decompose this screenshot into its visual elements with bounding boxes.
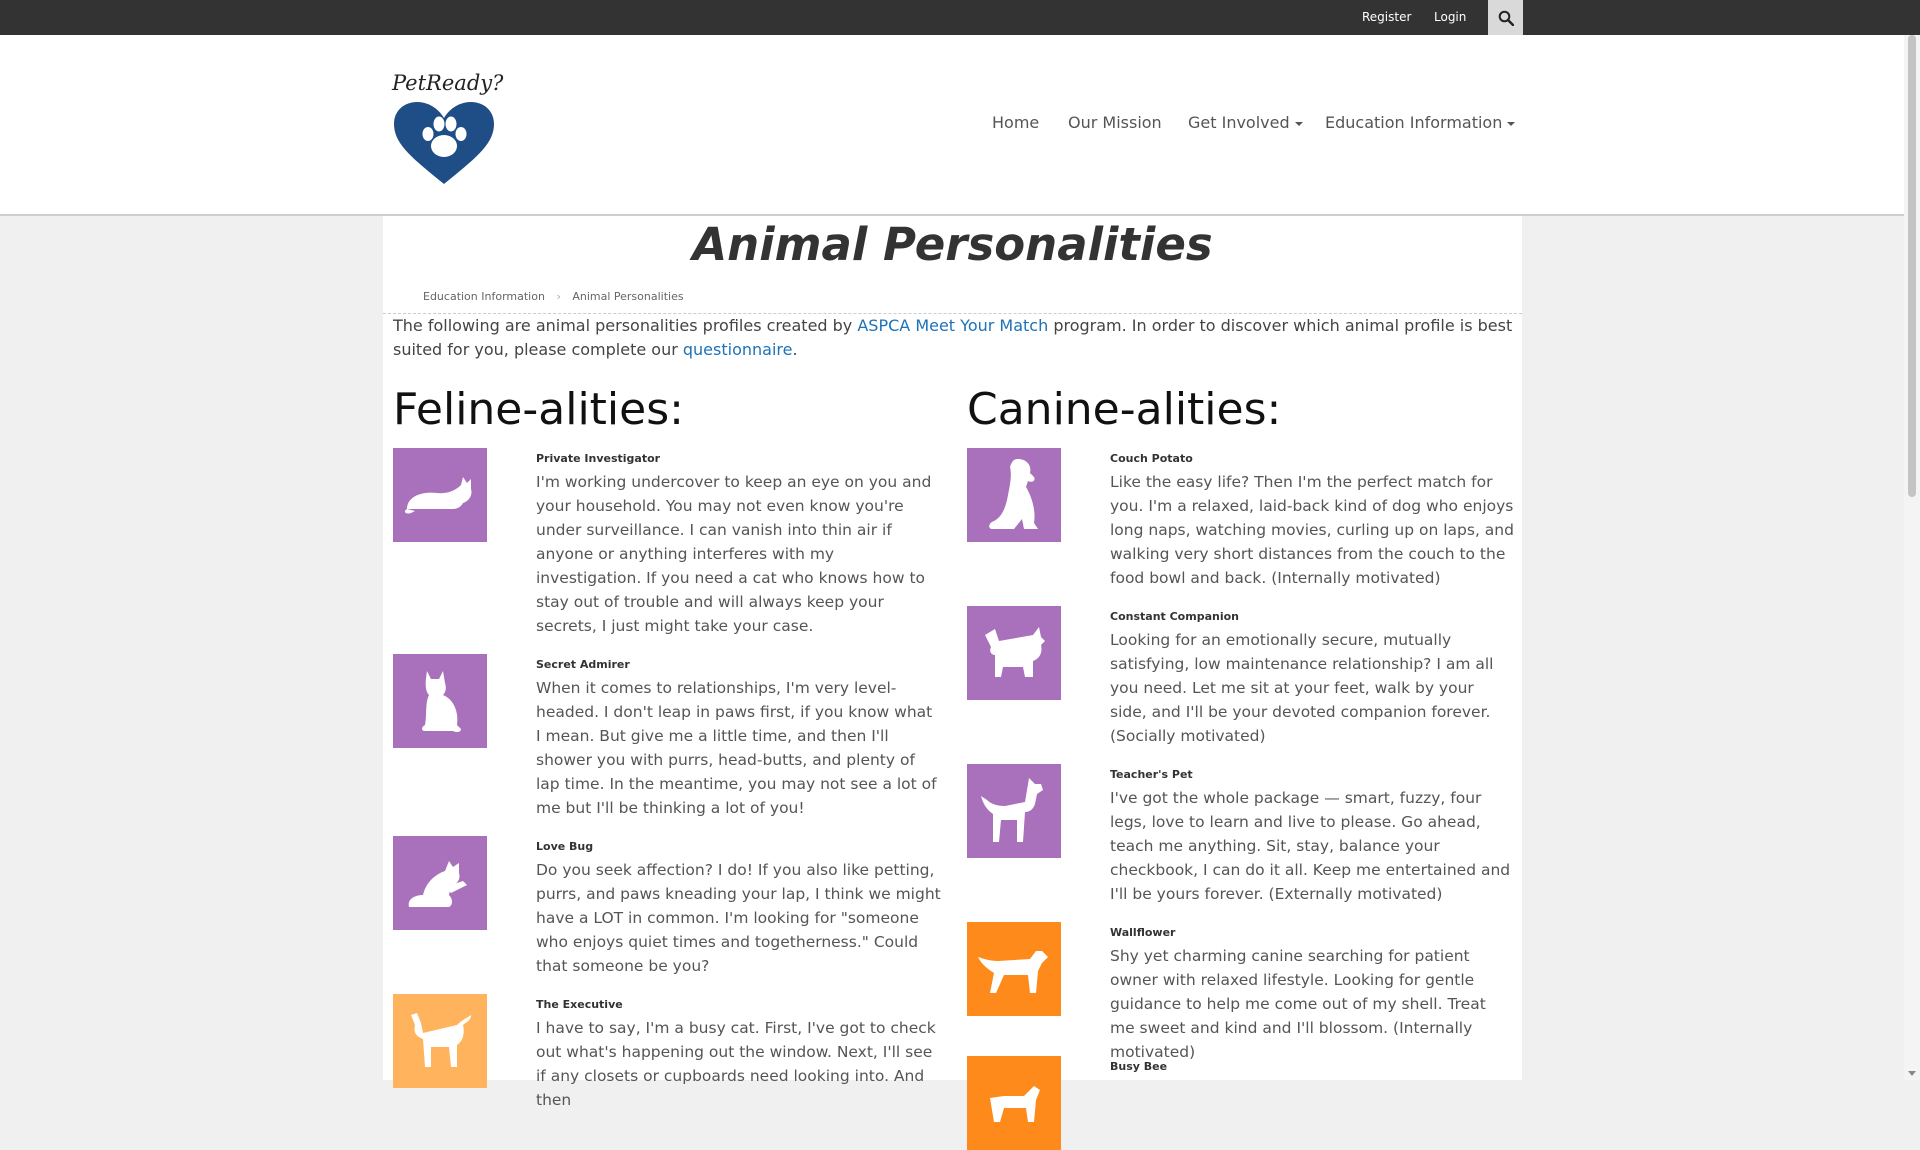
personality-name: Private Investigator (536, 452, 661, 465)
search-icon (1498, 10, 1514, 26)
personality-name: Wallflower (1110, 926, 1176, 939)
personality-description: Looking for an emotionally secure, mutua… (1110, 631, 1494, 745)
site-header: PetReady? Home Our Mission Get Involved … (0, 35, 1904, 216)
lying-cat-icon (404, 477, 472, 514)
breadcrumb-education-information[interactable]: Education Information (423, 290, 545, 303)
breadcrumb: Education Information › Animal Personali… (423, 290, 684, 303)
intro-text: The following are animal personalities p… (393, 316, 858, 335)
caret-down-icon (1507, 121, 1516, 126)
personality-name: Busy Bee (1110, 1060, 1168, 1073)
personality-description: Shy yet charming canine searching for pa… (1110, 947, 1486, 1061)
register-link[interactable]: Register (1362, 0, 1411, 35)
walking-dog-icon (978, 951, 1048, 993)
personality-thumbnail (967, 1056, 1061, 1150)
personality-thumbnail (967, 448, 1061, 542)
nav-home[interactable]: Home (992, 113, 1039, 139)
personality-thumbnail (393, 836, 487, 930)
grooming-cat-icon (408, 861, 467, 907)
dog-icon (990, 1086, 1040, 1122)
personality-description: I've got the whole package — smart, fuzz… (1110, 789, 1511, 903)
main-content: Animal Personalities Education Informati… (383, 216, 1522, 1150)
personality-description: I'm working undercover to keep an eye on… (536, 473, 932, 635)
intro-paragraph: The following are animal personalities p… (393, 314, 1518, 362)
nav-education-information[interactable]: Education Information (1325, 113, 1516, 139)
personality-thumbnail (393, 654, 487, 748)
canine-heading: Canine-alities: (967, 384, 1282, 435)
personality-description: Like the easy life? Then I'm the perfect… (1110, 473, 1514, 587)
personality-name: Love Bug (536, 840, 594, 853)
sitting-dog-icon (989, 459, 1038, 529)
heart-paw-icon (394, 102, 494, 184)
personality-thumbnail (393, 448, 487, 542)
terrier-icon (985, 627, 1045, 677)
login-link[interactable]: Login (1434, 0, 1466, 35)
personality-thumbnail (967, 606, 1061, 700)
personality-thumbnail (393, 994, 487, 1088)
breadcrumb-animal-personalities: Animal Personalities (572, 290, 684, 303)
personality-name: Constant Companion (1110, 610, 1239, 623)
search-button[interactable] (1488, 0, 1523, 35)
logo-text: PetReady? (392, 71, 504, 95)
nav-our-mission[interactable]: Our Mission (1068, 113, 1162, 139)
page-scrollbar[interactable] (1904, 35, 1920, 1080)
personality-name: The Executive (536, 998, 623, 1011)
aspca-link[interactable]: ASPCA Meet Your Match (857, 316, 1048, 335)
feline-heading: Feline-alities: (393, 384, 684, 435)
intro-text: . (792, 340, 798, 359)
standing-dog-icon (981, 778, 1043, 842)
top-utility-bar: Register Login (0, 0, 1920, 35)
personality-name: Secret Admirer (536, 658, 630, 671)
personality-thumbnail (967, 922, 1061, 1016)
site-logo[interactable]: PetReady? (392, 71, 504, 217)
chevron-right-icon: › (556, 290, 561, 303)
scrollbar-thumb[interactable] (1908, 35, 1916, 497)
personality-description: I have to say, I'm a busy cat. First, I'… (536, 1019, 936, 1109)
sitting-cat-icon (422, 671, 461, 733)
questionnaire-link[interactable]: questionnaire (683, 340, 793, 359)
personality-name: Teacher's Pet (1110, 768, 1193, 781)
standing-cat-icon (411, 1013, 471, 1067)
scroll-down-icon[interactable] (1908, 1071, 1916, 1076)
page-title: Animal Personalities (692, 218, 1213, 271)
personality-thumbnail (967, 764, 1061, 858)
caret-down-icon (1294, 121, 1303, 126)
nav-get-involved[interactable]: Get Involved (1188, 113, 1303, 139)
personality-name: Couch Potato (1110, 452, 1193, 465)
personality-description: Do you seek affection? I do! If you also… (536, 861, 941, 975)
personality-description: When it comes to relationships, I'm very… (536, 679, 937, 817)
